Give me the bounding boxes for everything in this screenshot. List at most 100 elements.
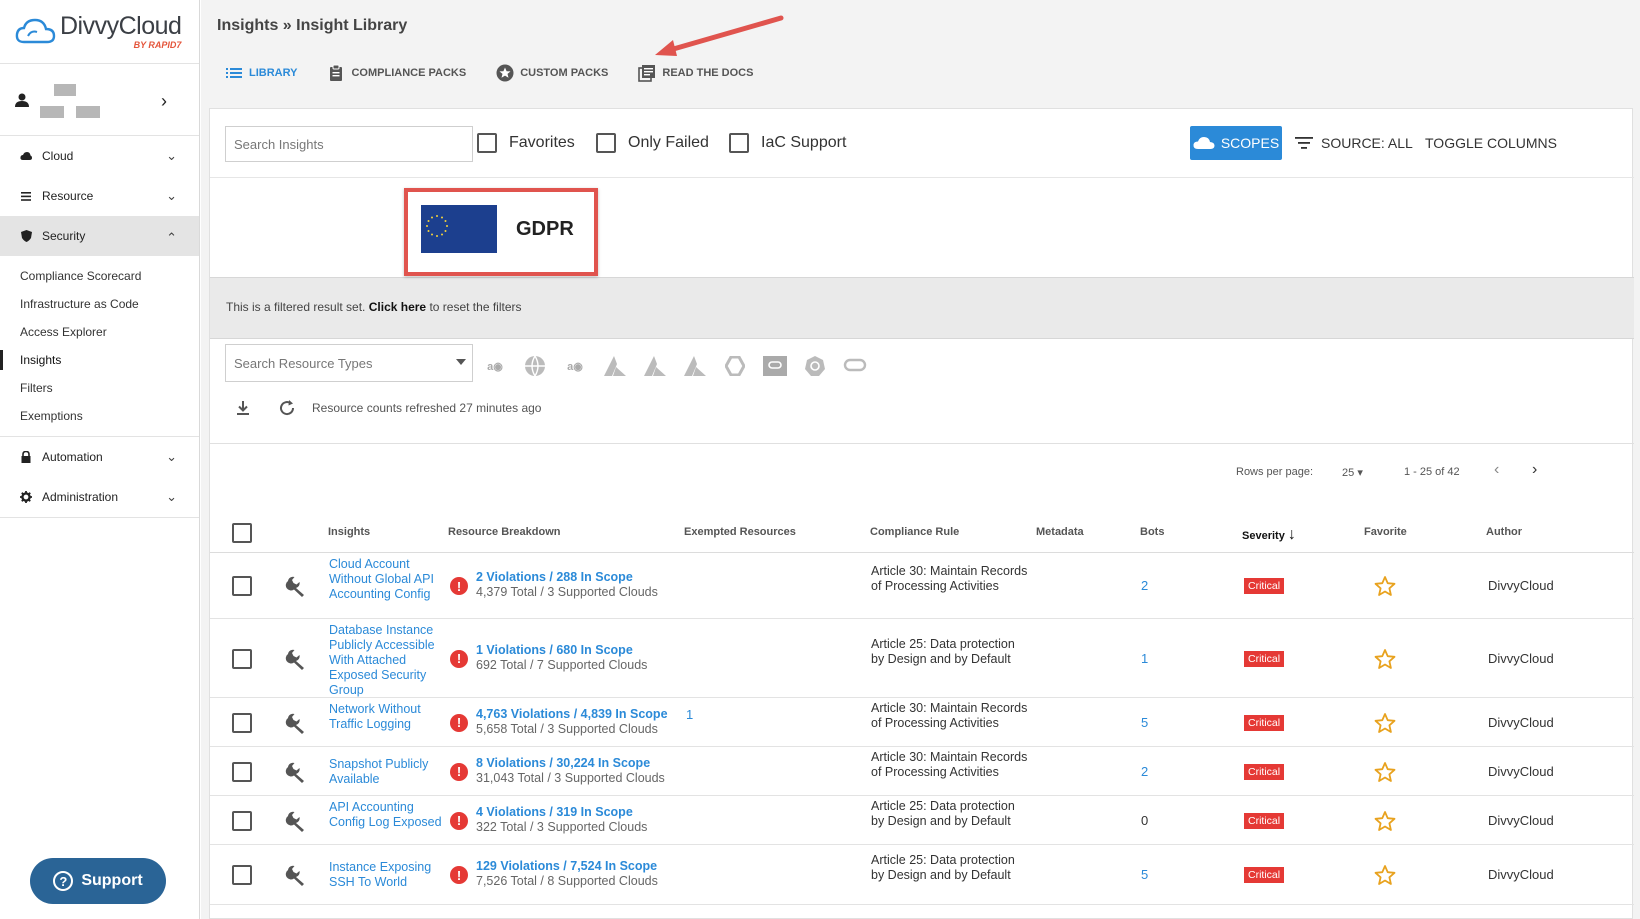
table-row[interactable]: API Accounting Config Log Exposed! 4 Viol… — [210, 796, 1634, 845]
star-outline-icon[interactable] — [1374, 810, 1396, 832]
nav-automation[interactable]: Automation ⌄ — [0, 437, 199, 477]
brand-logo[interactable]: DivvyCloud BY RAPID7 — [0, 0, 199, 64]
wrench-icon[interactable] — [285, 761, 307, 783]
bots-count[interactable]: 5 — [1141, 715, 1148, 730]
reset-filters-link[interactable]: Click here — [369, 300, 426, 314]
sidebar-item-exemptions[interactable]: Exemptions — [0, 402, 199, 430]
only-failed-checkbox[interactable]: Only Failed — [596, 133, 709, 153]
row-checkbox[interactable] — [232, 576, 252, 596]
violations-link[interactable]: 129 Violations / 7,524 In Scope — [476, 859, 657, 873]
tab-custom-packs[interactable]: CUSTOM PACKS — [496, 64, 608, 82]
nav-administration[interactable]: Administration ⌄ — [0, 477, 199, 517]
sidebar-item-infrastructure-as-code[interactable]: Infrastructure as Code — [0, 290, 199, 318]
bots-count[interactable]: 2 — [1141, 578, 1148, 593]
star-outline-icon[interactable] — [1374, 648, 1396, 670]
star-outline-icon[interactable] — [1374, 575, 1396, 597]
wrench-icon[interactable] — [285, 864, 307, 886]
insight-name-link[interactable]: Database Instance Publicly Accessible Wi… — [329, 623, 444, 698]
col-severity[interactable]: Severity ↓ — [1242, 526, 1296, 544]
table-row[interactable]: Snapshot Publicly Available! 8 Violations… — [210, 747, 1634, 796]
col-favorite[interactable]: Favorite — [1364, 526, 1407, 538]
azure-china-icon[interactable] — [682, 353, 708, 379]
insight-name-link[interactable]: Cloud Account Without Global API Account… — [329, 557, 444, 602]
row-checkbox[interactable] — [232, 648, 252, 669]
kubernetes-icon[interactable] — [802, 353, 828, 379]
chevron-down-icon[interactable]: ⌄ — [166, 148, 177, 164]
azure-gov-icon[interactable] — [642, 353, 668, 379]
chevron-right-icon[interactable]: › — [1532, 461, 1537, 479]
row-checkbox[interactable] — [232, 810, 252, 831]
globe-icon[interactable] — [522, 353, 548, 379]
refresh-icon[interactable] — [278, 399, 296, 417]
nav-cloud[interactable]: Cloud ⌄ — [0, 136, 199, 176]
scopes-button[interactable]: SCOPES — [1190, 126, 1282, 160]
col-author[interactable]: Author — [1486, 526, 1522, 538]
sort-arrow-down-icon[interactable]: ↓ — [1288, 526, 1296, 543]
checkbox-box[interactable] — [477, 133, 497, 153]
checkbox-box[interactable] — [596, 133, 616, 153]
favorites-checkbox[interactable]: Favorites — [477, 133, 575, 153]
nav-resource[interactable]: Resource ⌄ — [0, 176, 199, 216]
wrench-icon[interactable] — [285, 648, 307, 670]
table-row[interactable]: Instance Exposing SSH To World! 129 Viola… — [210, 845, 1634, 905]
sidebar-item-insights[interactable]: Insights — [0, 346, 199, 374]
row-checkbox[interactable] — [232, 865, 252, 885]
wrench-icon[interactable] — [285, 712, 307, 734]
azure-icon[interactable] — [602, 353, 628, 379]
violations-link[interactable]: 4,763 Violations / 4,839 In Scope — [476, 707, 668, 721]
tab-compliance-packs[interactable]: COMPLIANCE PACKS — [327, 64, 466, 82]
resource-type-select[interactable]: Search Resource Types — [225, 344, 473, 382]
checkbox-box[interactable] — [729, 133, 749, 153]
download-icon[interactable] — [234, 399, 252, 417]
gcp-icon[interactable] — [722, 353, 748, 379]
gdpr-pack-card[interactable]: GDPR — [404, 188, 598, 276]
insight-name-link[interactable]: API Accounting Config Log Exposed — [329, 800, 444, 830]
source-filter[interactable]: SOURCE: ALL — [1295, 135, 1413, 151]
violations-link[interactable]: 4 Violations / 319 In Scope — [476, 805, 633, 819]
insight-name-link[interactable]: Instance Exposing SSH To World — [329, 860, 444, 890]
aws-icon[interactable]: a◉ — [482, 353, 508, 379]
bots-count[interactable]: 1 — [1141, 651, 1148, 666]
table-row[interactable]: Cloud Account Without Global API Account… — [210, 553, 1634, 619]
star-outline-icon[interactable] — [1374, 761, 1396, 783]
user-menu[interactable]: › — [0, 64, 199, 136]
col-exempted-resources[interactable]: Exempted Resources — [684, 526, 796, 538]
wrench-icon[interactable] — [285, 575, 307, 597]
support-button[interactable]: ? Support — [30, 858, 166, 904]
chevron-right-icon[interactable]: › — [161, 91, 167, 112]
row-checkbox[interactable] — [232, 761, 252, 782]
sidebar-item-filters[interactable]: Filters — [0, 374, 199, 402]
star-outline-icon[interactable] — [1374, 864, 1396, 886]
chevron-down-icon[interactable]: ⌄ — [166, 489, 177, 505]
star-outline-icon[interactable] — [1374, 712, 1396, 734]
search-insights-input[interactable]: Search Insights — [225, 126, 473, 162]
exempted-count-link[interactable]: 1 — [686, 707, 693, 722]
col-compliance-rule[interactable]: Compliance Rule — [870, 526, 959, 538]
tab-read-the-docs[interactable]: READ THE DOCS — [638, 64, 753, 82]
rows-per-page-select[interactable]: 25 ▾ — [1342, 466, 1363, 479]
violations-link[interactable]: 8 Violations / 30,224 In Scope — [476, 756, 650, 770]
chevron-left-icon[interactable]: ‹ — [1494, 461, 1499, 479]
nav-security[interactable]: Security ⌃ — [0, 216, 199, 256]
alibaba-icon[interactable] — [762, 353, 788, 379]
bots-count[interactable]: 2 — [1141, 764, 1148, 779]
insight-name-link[interactable]: Snapshot Publicly Available — [329, 757, 444, 787]
chevron-down-icon[interactable]: ⌄ — [166, 449, 177, 465]
col-resource-breakdown[interactable]: Resource Breakdown — [448, 526, 560, 538]
toggle-columns-button[interactable]: TOGGLE COLUMNS — [1425, 135, 1557, 151]
insight-name-link[interactable]: Network Without Traffic Logging — [329, 702, 444, 732]
oracle-icon[interactable] — [842, 353, 868, 379]
violations-link[interactable]: 1 Violations / 680 In Scope — [476, 643, 633, 657]
table-row[interactable]: Network Without Traffic Logging! 4,763 Vi… — [210, 698, 1634, 747]
col-bots[interactable]: Bots — [1140, 526, 1164, 538]
col-insights[interactable]: Insights — [328, 526, 370, 538]
bots-count[interactable]: 5 — [1141, 867, 1148, 882]
chevron-down-icon[interactable]: ⌄ — [166, 188, 177, 204]
sidebar-item-access-explorer[interactable]: Access Explorer — [0, 318, 199, 346]
col-metadata[interactable]: Metadata — [1036, 526, 1084, 538]
chevron-up-icon[interactable]: ⌃ — [166, 230, 177, 246]
wrench-icon[interactable] — [285, 810, 307, 832]
tab-library[interactable]: LIBRARY — [225, 64, 297, 82]
sidebar-item-compliance-scorecard[interactable]: Compliance Scorecard — [0, 262, 199, 290]
aws-govcloud-icon[interactable]: a◉ — [562, 353, 588, 379]
